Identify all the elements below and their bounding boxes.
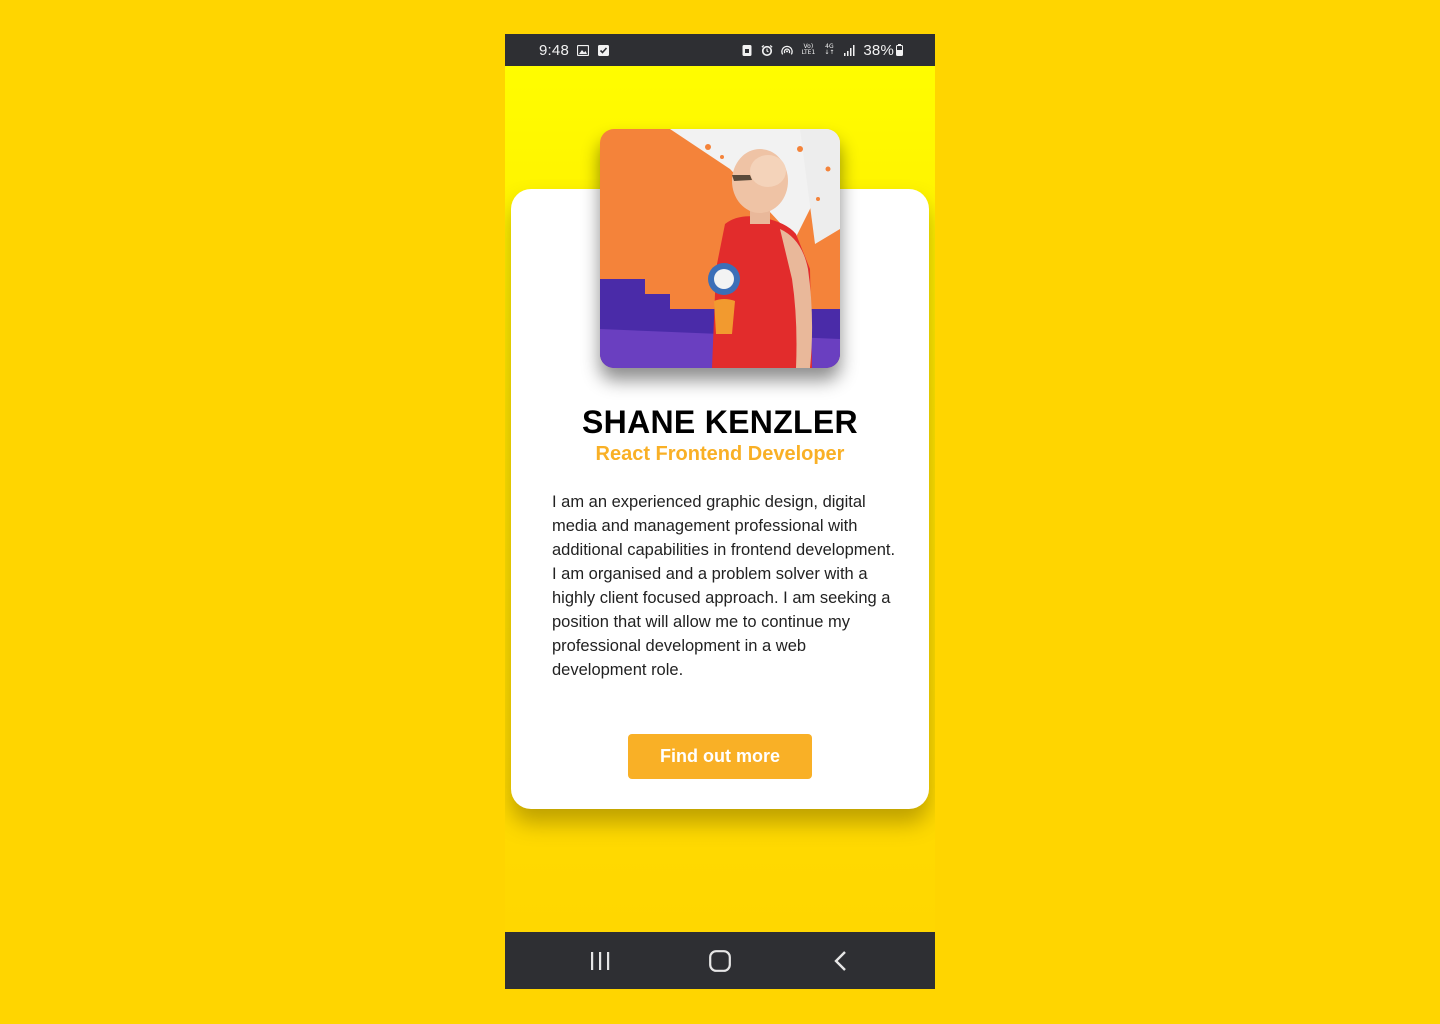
home-button[interactable] — [690, 941, 750, 981]
lock-icon — [741, 44, 753, 56]
recent-apps-icon — [591, 951, 610, 970]
profile-name: SHANE KENZLER — [582, 404, 858, 440]
signal-icon — [843, 44, 855, 56]
find-out-more-button[interactable]: Find out more — [628, 734, 812, 779]
status-bar: 9:48 Vo) LTE1 4G ↓↑ 38% — [505, 34, 935, 66]
status-time: 9:48 — [539, 41, 569, 59]
alarm-icon — [761, 44, 773, 56]
status-bar-right: Vo) LTE1 4G ↓↑ 38% — [741, 42, 903, 59]
battery-percent: 38% — [863, 41, 894, 59]
navigation-bar — [505, 932, 935, 989]
home-icon — [709, 949, 731, 972]
network-bottom-label: LTE1 — [801, 49, 816, 56]
profile-photo — [600, 129, 840, 368]
volte-icon: Vo) LTE1 — [801, 44, 815, 56]
hotspot-icon — [781, 44, 794, 56]
status-bar-left: 9:48 — [539, 42, 609, 59]
profile-bio: I am an experienced graphic design, digi… — [552, 493, 896, 679]
data-arrows-icon: 4G ↓↑ — [824, 43, 835, 56]
profile-role: React Frontend Developer — [595, 443, 845, 465]
back-icon — [834, 950, 846, 971]
check-icon — [597, 44, 609, 56]
phone-screen: 9:48 Vo) LTE1 4G ↓↑ 38% SHANE KENZLER Re… — [505, 34, 935, 989]
recent-apps-button[interactable] — [570, 941, 630, 981]
back-button[interactable] — [810, 941, 870, 981]
image-icon — [577, 44, 589, 56]
battery-icon — [896, 44, 903, 56]
